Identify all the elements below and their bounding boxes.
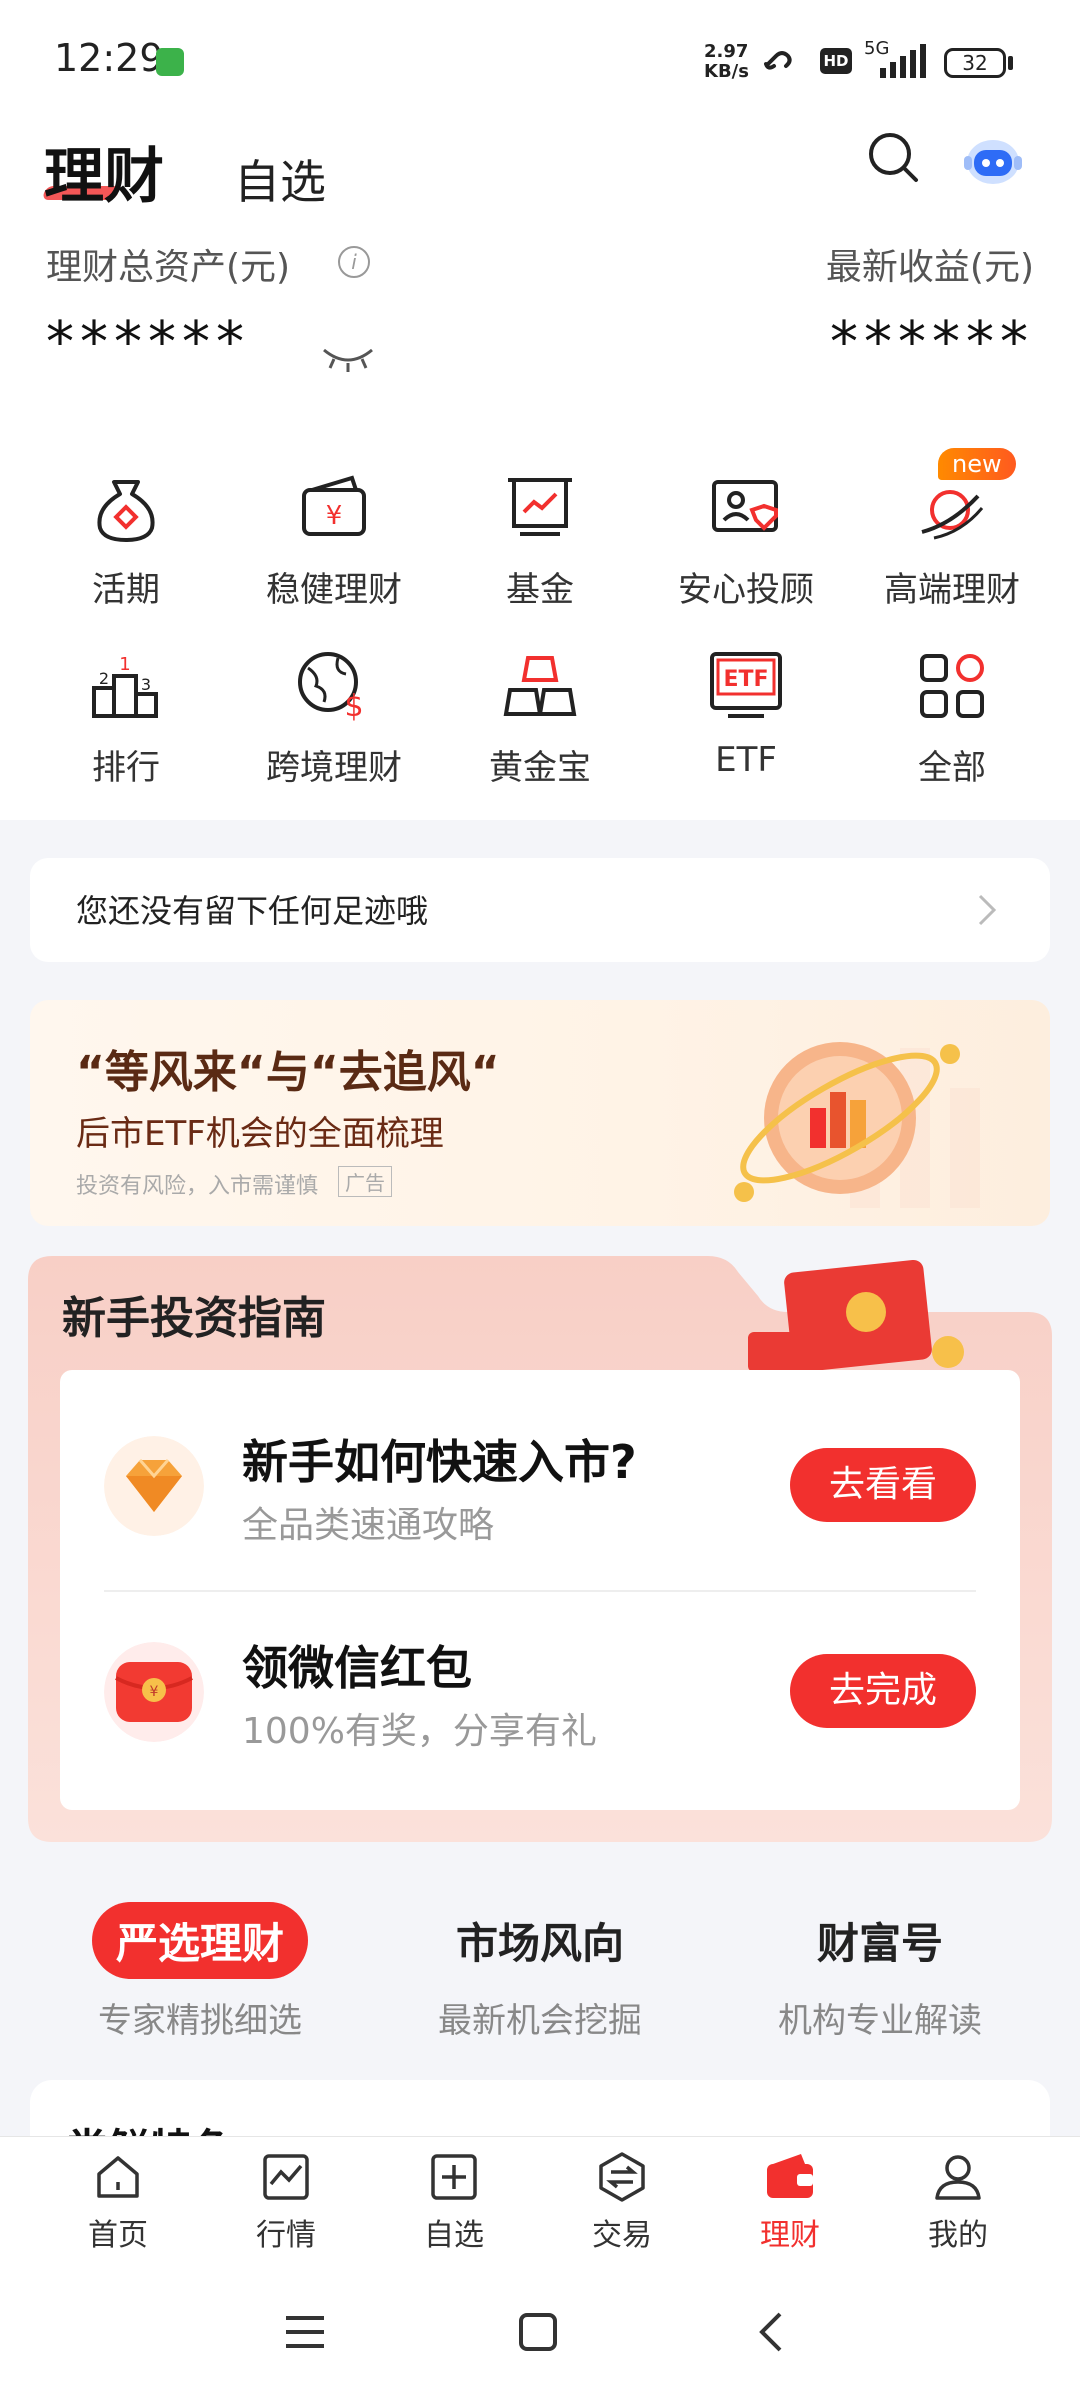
guide-item-2-title: 领微信红包 (242, 1641, 472, 1695)
network-speed: 2.97 KB/s (704, 41, 749, 82)
svg-text:3: 3 (141, 675, 151, 694)
guide-title: 新手投资指南 (62, 1293, 326, 1344)
status-time: 12:29 (54, 36, 164, 80)
red-packet-icon: ¥ (104, 1642, 204, 1742)
grid-item-gaoduan[interactable]: 高端理财 (852, 468, 1052, 611)
latest-earnings-value: ****** (830, 310, 1034, 375)
nav-market[interactable]: 行情 (206, 2150, 366, 2254)
go-complete-button[interactable]: 去完成 (790, 1654, 976, 1728)
svg-text:1: 1 (119, 654, 130, 675)
globe-dollar-icon: $ (298, 652, 364, 724)
battery-indicator: 32 (944, 48, 1006, 78)
battery-tip (1008, 56, 1013, 70)
link-icon (764, 51, 792, 70)
guide-divider (104, 1590, 976, 1592)
info-icon[interactable]: i (338, 246, 370, 278)
svg-text:¥: ¥ (326, 501, 343, 531)
guide-item-2[interactable]: ¥ (104, 1642, 204, 1746)
wallet-yen-icon: ¥ (302, 475, 366, 536)
grid-item-wenjian[interactable]: ¥ 稳健理财 (234, 468, 434, 611)
grid-item-anxin[interactable]: 安心投顾 (646, 468, 846, 611)
guide-item-2-subtitle: 100%有奖，分享有礼 (242, 1711, 597, 1752)
guide-item-1-title: 新手如何快速入市? (242, 1435, 637, 1489)
nav-home[interactable]: 首页 (38, 2150, 198, 2254)
chevron-right-icon (978, 894, 997, 926)
grid-item-quanbu[interactable]: 全部 (852, 646, 1052, 789)
featured-title-peek: 尝鲜特色 (66, 2116, 234, 2138)
banner-title: “等风来“与“去追风“ (76, 1047, 500, 1098)
grid-item-paihang[interactable]: 1 2 3 排行 (26, 646, 226, 789)
grid-item-kuajing[interactable]: $ 跨境理财 (234, 646, 434, 789)
go-see-button[interactable]: 去看看 (790, 1448, 976, 1522)
tab-yanxuan[interactable]: 严选理财 专家精挑细选 (40, 1902, 360, 2042)
trade-icon (599, 2152, 645, 2202)
ad-label: 广告 (338, 1166, 392, 1197)
guide-item-1-subtitle: 全品类速通攻略 (242, 1505, 495, 1546)
tab-wealth-account[interactable]: 财富号 机构专业解读 (720, 1902, 1040, 2042)
etf-icon: ETF (710, 652, 782, 718)
app-notification-icon (156, 48, 184, 76)
nav-licai[interactable]: 理财 (710, 2150, 870, 2254)
home-square-icon[interactable] (518, 2312, 558, 2352)
home-icon (97, 2156, 139, 2198)
add-watchlist-icon (431, 2154, 477, 2200)
total-assets-value: ****** (46, 310, 250, 375)
hd-badge: HD (820, 48, 852, 74)
back-icon[interactable] (756, 2310, 786, 2354)
money-bag-icon (97, 480, 155, 542)
banner-risk-note: 投资有风险，入市需谨慎 (76, 1174, 319, 1199)
nav-trade[interactable]: 交易 (542, 2150, 702, 2254)
grid-item-huangjin[interactable]: 黄金宝 (440, 646, 640, 789)
premium-icon (921, 490, 984, 540)
market-chart-icon (263, 2154, 309, 2200)
wallet-icon (767, 2154, 813, 2198)
gem-icon (104, 1436, 204, 1536)
signal-icon (880, 44, 926, 78)
latest-earnings-label: 最新收益(元) (825, 247, 1034, 288)
chart-board-icon (508, 478, 572, 536)
nav-mine[interactable]: 我的 (878, 2150, 1038, 2254)
tab-zixuan[interactable]: 自选 (234, 146, 326, 212)
total-assets-label: 理财总资产(元) (46, 247, 291, 288)
profile-icon (935, 2155, 981, 2200)
svg-text:¥: ¥ (150, 1684, 159, 1700)
search-icon[interactable] (866, 130, 920, 184)
grid-item-huoqi[interactable]: 活期 (26, 468, 226, 611)
eye-closed-icon[interactable] (320, 344, 376, 374)
new-badge: new (938, 448, 1016, 480)
guide-item-1[interactable] (104, 1436, 204, 1540)
advisor-card-icon (712, 480, 778, 532)
menu-icon[interactable] (284, 2312, 326, 2352)
tab-market-trend[interactable]: 市场风向 最新机会挖掘 (380, 1902, 700, 2042)
svg-text:ETF: ETF (723, 667, 768, 692)
all-grid-icon (920, 654, 984, 718)
robot-assistant-icon[interactable] (962, 130, 1024, 190)
grid-item-jijin[interactable]: 基金 (440, 468, 640, 611)
coin-chart-illustration (734, 1042, 980, 1208)
tab-licai[interactable]: 理财 (44, 128, 164, 215)
banner-subtitle: 后市ETF机会的全面梳理 (76, 1114, 444, 1154)
footprint-text: 您还没有留下任何足迹哦 (76, 892, 429, 930)
podium-icon: 1 2 3 (92, 654, 158, 718)
svg-text:2: 2 (99, 669, 109, 688)
svg-text:$: $ (344, 689, 363, 724)
grid-item-etf[interactable]: ETF ETF (646, 646, 846, 780)
nav-watchlist[interactable]: 自选 (374, 2150, 534, 2254)
gold-bar-icon (503, 656, 577, 716)
